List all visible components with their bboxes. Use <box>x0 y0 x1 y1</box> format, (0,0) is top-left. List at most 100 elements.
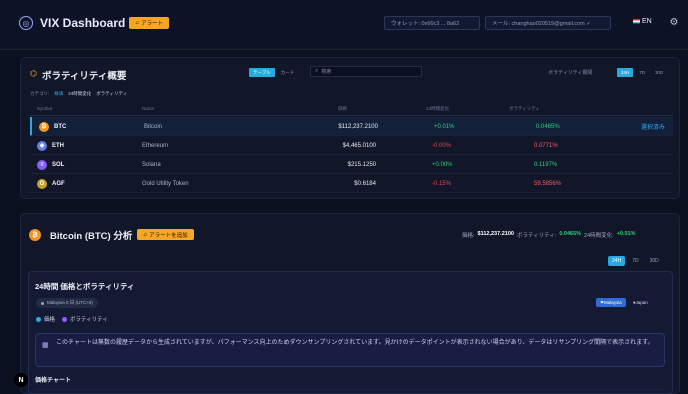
eth-coin-icon: ◆ <box>37 140 47 151</box>
cell-symbol: ₿ BTC <box>39 117 66 136</box>
cell-symbol: ◆ ETH <box>37 136 64 155</box>
overview-icon: ⌬ <box>30 69 37 78</box>
search-input[interactable]: ⌕ 検索 <box>310 66 422 77</box>
cell-price: $4,465.0100 <box>342 142 376 149</box>
alert-button[interactable]: ♫ アラート <box>129 17 170 29</box>
col-price[interactable]: 価格 <box>338 106 347 112</box>
cell-price: $215.1250 <box>347 161 376 168</box>
chart-icon: ▦ <box>42 342 49 349</box>
agf-coin-icon: G <box>37 178 47 189</box>
wallet-pill[interactable]: ウォレット: 0x66c3 ... 8a62 <box>384 16 480 30</box>
category-label: カテゴリ: <box>30 91 50 96</box>
col-volatility[interactable]: ボラティリティ <box>509 106 540 112</box>
table-row[interactable]: ◆ ETH Ethereum $4,465.0100 -0.00% 0.0771% <box>30 136 673 155</box>
analysis-title: Bitcoin (BTC) 分析 <box>50 231 133 242</box>
stat-vol-label: ボラティリティ: <box>516 233 557 239</box>
cell-price: $0.6184 <box>354 180 376 187</box>
tz-tab-malaysia-label: Malaysia <box>604 300 622 305</box>
cell-change: +0.01% <box>434 123 455 130</box>
range-tab-30d[interactable]: 30D <box>646 256 663 266</box>
timezone-chip-label: Malaysia 0 日 (UTC+8) <box>47 300 93 305</box>
cell-change: -0.15% <box>432 180 452 187</box>
chip-dot-icon <box>41 301 44 305</box>
bell-icon: ♫ <box>135 20 140 26</box>
btc-coin-icon: ₿ <box>39 121 49 132</box>
cell-symbol: ≡ SOL <box>37 155 64 174</box>
language-label: EN <box>642 18 652 25</box>
range-tabs: 24H 7D 30D <box>608 256 663 266</box>
tz-tabs: ⚑ Malaysia ● Japan <box>596 298 652 307</box>
category-filter: カテゴリ: 株価 24時間変化 ボラティリティ <box>30 91 127 97</box>
legend-price-label: 価格 <box>44 317 56 323</box>
stat-price-value: $112,237.2100 <box>477 231 514 237</box>
cell-change: -0.00% <box>432 142 452 149</box>
period-tab-30d[interactable]: 30D <box>651 68 667 77</box>
vix-logo-icon: ◎ <box>19 16 33 30</box>
tab-card[interactable]: カード <box>277 68 299 77</box>
gear-icon[interactable]: ⚙ <box>668 17 680 29</box>
category-volatility[interactable]: ボラティリティ <box>96 91 127 97</box>
add-alert-label: アラートを追加 <box>149 232 188 239</box>
period-tab-7d[interactable]: 7D <box>635 68 649 77</box>
legend-vol-dot-icon <box>62 316 68 322</box>
symbol-text: BTC <box>54 123 67 130</box>
price-chart-area <box>35 389 665 394</box>
cell-volatility: 0.0465% <box>536 123 560 130</box>
cell-volatility: 0.0771% <box>534 142 558 149</box>
cell-price: $112,237.2100 <box>338 123 378 130</box>
app-title: VIX Dashboard <box>40 16 126 30</box>
cell-volatility: 59.5856% <box>534 180 562 187</box>
legend-price-dot-icon <box>36 316 41 322</box>
stat-change-value: +0.01% <box>616 231 636 237</box>
stat-price-label: 価格: <box>462 233 475 239</box>
view-tabs: テーブル カード <box>249 68 298 77</box>
range-tab-7d[interactable]: 7D <box>628 256 642 266</box>
bitcoin-icon: ₿ <box>29 229 41 241</box>
tab-table[interactable]: テーブル <box>249 68 275 77</box>
timezone-chip[interactable]: Malaysia 0 日 (UTC+8) <box>36 298 98 308</box>
cell-name: Solana <box>142 161 161 168</box>
cell-symbol: G AGF <box>37 174 65 193</box>
stat-change-label: 24時間変化: <box>584 233 614 239</box>
analysis-stats: 価格: $112,237.2100 ボラティリティ: 0.0465% 24時間変… <box>462 231 636 239</box>
col-change[interactable]: 24時間変化 <box>426 106 449 112</box>
email-pill[interactable]: メール: changhao020519@gmail.com ✓ <box>485 16 611 30</box>
tz-tab-japan[interactable]: ● Japan <box>629 298 652 307</box>
stat-vol-value: 0.0465% <box>559 231 582 237</box>
range-tab-24h[interactable]: 24H <box>608 256 626 266</box>
search-placeholder: 検索 <box>321 69 332 75</box>
category-price[interactable]: 株価 <box>54 91 63 97</box>
flag-icon <box>633 19 640 24</box>
table-header-divider <box>30 115 673 116</box>
legend-vol-label: ボラティリティ <box>70 317 108 323</box>
symbol-text: ETH <box>52 142 64 149</box>
period-tabs: 24H 7D 30D <box>617 68 667 77</box>
col-symbol[interactable]: Symbol <box>37 106 52 111</box>
sol-coin-icon: ≡ <box>37 159 47 170</box>
table-row[interactable]: G AGF Gold Utility Token $0.6184 -0.15% 59.58… <box>30 174 673 193</box>
cell-volatility: 0.1197% <box>534 161 558 168</box>
alert-button-label: アラート <box>141 21 164 27</box>
search-icon: ⌕ <box>315 68 319 74</box>
cell-name: Ethereum <box>142 142 169 149</box>
period-label: ボラティリティ期間 <box>548 70 593 76</box>
table-row[interactable]: ₿ BTC Bitcoin $112,237.2100 +0.01% 0.0465% 選択済… <box>30 117 673 136</box>
tz-tab-malaysia[interactable]: ⚑ Malaysia <box>596 298 626 307</box>
cell-name: Gold Utility Token <box>142 180 189 187</box>
col-name[interactable]: Name <box>142 106 154 111</box>
tz-tab-japan-label: Japan <box>635 300 648 305</box>
downsampling-note: ▦ このチャートは無数の履歴データから生成されていますが、パフォーマンス向上のた… <box>35 333 665 367</box>
table-row[interactable]: ≡ SOL Solana $215.1250 +0.00% 0.1197% <box>30 155 673 174</box>
language-switcher[interactable]: EN <box>633 18 652 25</box>
chart-legend: 価格 ボラティリティ <box>36 315 108 323</box>
period-tab-24h[interactable]: 24H <box>617 68 634 77</box>
note-text: このチャートは無数の履歴データから生成されていますが、パフォーマンス向上のためダ… <box>56 340 654 346</box>
category-change[interactable]: 24時間変化 <box>68 91 91 97</box>
next-badge-icon[interactable]: N <box>14 373 28 387</box>
add-alert-button[interactable]: ♫ アラートを追加 <box>137 229 194 240</box>
selected-label[interactable]: 選択済み <box>641 117 665 136</box>
symbol-text: SOL <box>52 161 65 168</box>
price-chart-subtitle: 価格チャート <box>35 378 71 384</box>
bell-icon: ♫ <box>143 231 148 238</box>
overview-title: ボラティリティ概要 <box>42 71 127 82</box>
